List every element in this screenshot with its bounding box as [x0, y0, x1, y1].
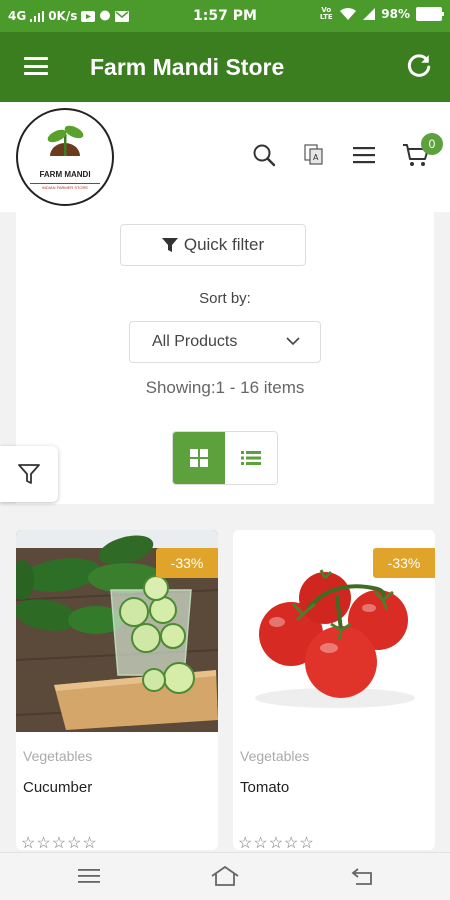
wifi-icon: [340, 7, 357, 20]
translate-icon[interactable]: A: [299, 140, 329, 170]
signal-icon-2: [363, 8, 376, 20]
app-title: Farm Mandi Store: [90, 54, 285, 80]
sort-label: Sort by:: [199, 290, 251, 307]
logo-subtext: INDIAN FARMER STORE: [30, 183, 100, 190]
showing-count: Showing:1 - 16 items: [145, 378, 305, 397]
volte-indicator: Vo LTE: [319, 6, 333, 21]
home-button[interactable]: [210, 863, 240, 889]
quick-filter-button[interactable]: Quick filter: [120, 224, 306, 266]
battery-percent: 98%: [381, 7, 410, 21]
svg-text:A: A: [313, 153, 319, 162]
product-name[interactable]: Tomato: [240, 779, 289, 796]
product-card[interactable]: -33% Vegetables Cucumber ☆☆☆☆☆: [16, 530, 218, 850]
home-icon: [211, 865, 239, 886]
back-icon: [351, 868, 372, 885]
grid-icon: [190, 449, 208, 467]
battery-icon: [416, 7, 444, 21]
logo-text: FARM MANDI: [39, 170, 91, 179]
side-filter-button[interactable]: [0, 446, 58, 502]
menu-icon[interactable]: [349, 140, 379, 170]
sort-dropdown[interactable]: All Products: [129, 321, 321, 363]
recent-apps-button[interactable]: [74, 863, 104, 889]
quick-filter-label: Quick filter: [183, 235, 265, 254]
search-icon[interactable]: [249, 140, 279, 170]
store-logo[interactable]: FARM MANDI INDIAN FARMER STORE: [16, 108, 114, 206]
product-name[interactable]: Cucumber: [23, 779, 92, 796]
product-card[interactable]: -33% Vegetables Tomato ☆☆☆☆☆: [233, 530, 435, 850]
chevron-down-icon: [286, 337, 300, 346]
app-bar: Farm Mandi Store: [0, 32, 450, 102]
store-header: FARM MANDI INDIAN FARMER STORE A 0: [0, 102, 450, 212]
discount-badge: -33%: [373, 548, 435, 578]
status-bar: 4G 0K/s 1:57 PM Vo LTE 98%: [0, 0, 450, 32]
view-toggle: [172, 431, 278, 485]
refresh-icon[interactable]: [406, 53, 432, 79]
hamburger-icon[interactable]: [24, 57, 48, 75]
discount-badge: -33%: [156, 548, 218, 578]
sort-value: All Products: [152, 333, 238, 350]
product-category[interactable]: Vegetables: [240, 748, 309, 764]
funnel-icon: [161, 238, 178, 252]
funnel-outline-icon: [18, 464, 40, 484]
back-button[interactable]: [347, 863, 377, 889]
system-nav-bar: [0, 852, 450, 900]
filter-panel: Quick filter Sort by: All Products Showi…: [16, 212, 434, 504]
list-view-button[interactable]: [225, 432, 277, 484]
product-category[interactable]: Vegetables: [23, 748, 92, 764]
cart-count-badge: 0: [421, 133, 443, 155]
menu-lines-icon: [78, 869, 100, 883]
rating-stars: ☆☆☆☆☆: [21, 835, 98, 850]
status-right: Vo LTE 98%: [319, 6, 444, 21]
sprout-icon: [47, 125, 84, 156]
list-icon: [241, 451, 261, 465]
rating-stars: ☆☆☆☆☆: [238, 835, 315, 850]
grid-view-button[interactable]: [173, 432, 225, 484]
